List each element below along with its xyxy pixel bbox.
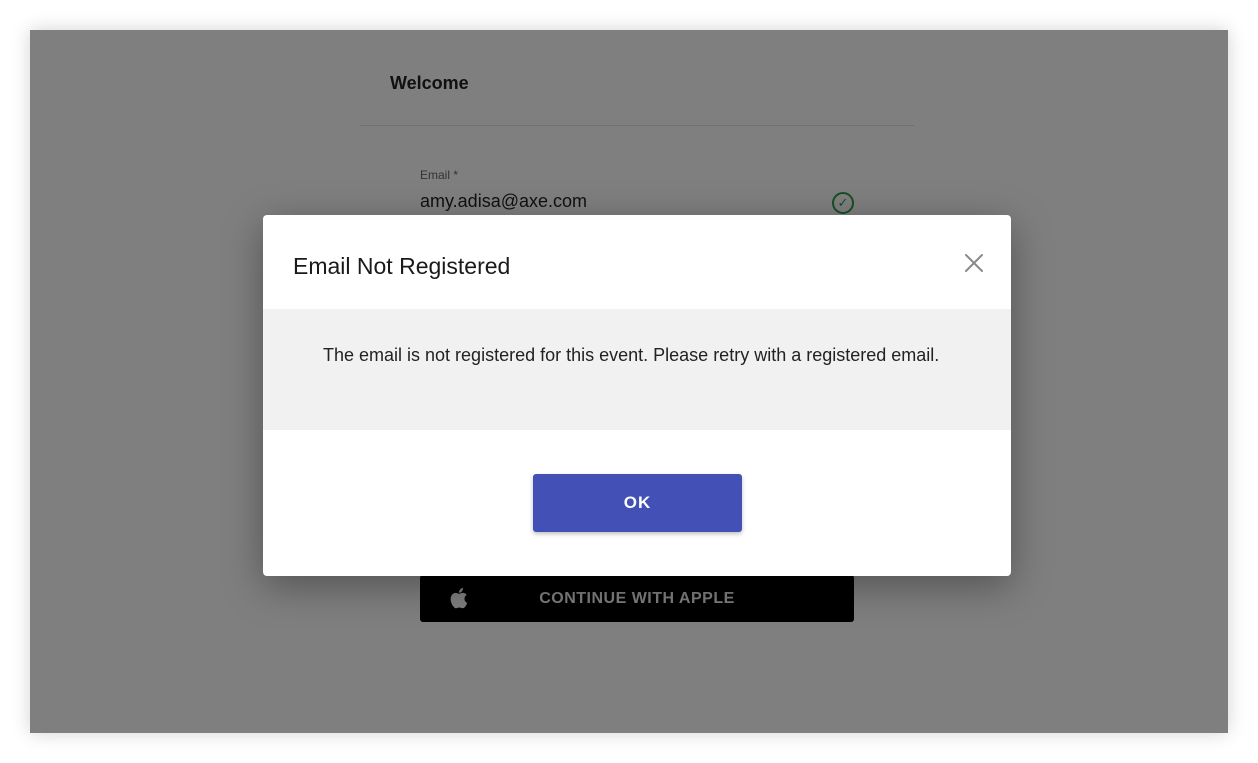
close-button[interactable]	[961, 250, 987, 276]
dialog-title: Email Not Registered	[293, 253, 511, 279]
dialog-message: The email is not registered for this eve…	[263, 309, 1011, 430]
ok-button[interactable]: OK	[533, 474, 742, 532]
app-window: Welcome Email * amy.adisa@axe.com ✓ CONT…	[30, 30, 1228, 733]
dialog-footer: OK	[263, 430, 1011, 576]
email-not-registered-dialog: Email Not Registered The email is not re…	[263, 215, 1011, 576]
dialog-header: Email Not Registered	[263, 215, 1011, 309]
close-icon	[965, 254, 983, 272]
